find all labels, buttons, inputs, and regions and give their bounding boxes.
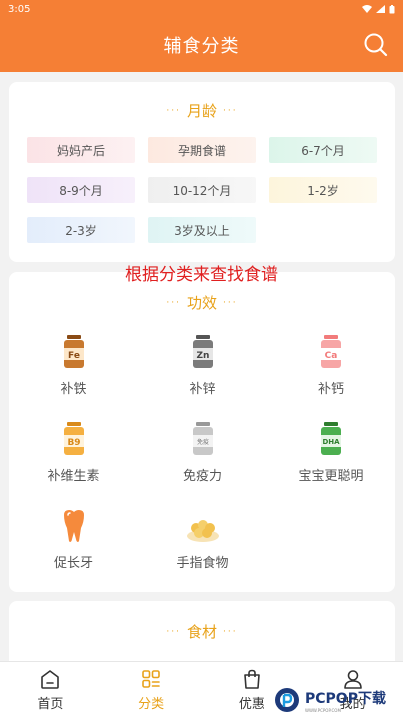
svg-text:Zn: Zn (196, 351, 209, 361)
heading-dots-right: ··· (223, 297, 238, 308)
chip-8-9-months[interactable]: 8-9个月 (27, 177, 135, 203)
effect-heading: ··· 功效 ··· (9, 292, 395, 313)
overlay-annotation: 根据分类来查找食谱 (125, 265, 278, 285)
home-icon (41, 670, 60, 689)
heading-dots-left: ··· (166, 105, 181, 116)
app-bar: 辅食分类 (0, 18, 403, 72)
nav-label-deals: 优惠 (238, 697, 265, 712)
vitamin-bottle-icon: B9 (63, 422, 84, 455)
pcpop-logo-icon (275, 688, 299, 712)
svg-text:免疫: 免疫 (196, 438, 208, 446)
effect-item-calcium[interactable]: Ca 补钙 (267, 332, 395, 397)
chip-6-7-months[interactable]: 6-7个月 (269, 137, 377, 163)
effect-item-vitamin[interactable]: B9 补维生素 (9, 419, 138, 484)
heading-dots-right: ··· (223, 626, 238, 637)
ingredient-heading: ··· 食材 ··· (9, 621, 395, 642)
effect-item-finger-food[interactable]: 手指食物 (138, 506, 267, 571)
effect-label: 免疫力 (182, 469, 222, 484)
effect-label: 补锌 (189, 382, 216, 397)
pcpop-watermark: PCPOP下载 WWW.PCPOP.COM (273, 682, 399, 718)
month-age-list: 妈妈产后 孕期食谱 6-7个月 8-9个月 10-12个月 1-2岁 2-3岁 … (27, 137, 377, 243)
ingredient-title: 食材 (186, 623, 217, 641)
page-title: 辅食分类 (163, 36, 240, 57)
watermark-text: PCPOP下载 (305, 690, 386, 707)
effect-label: 手指食物 (176, 556, 229, 571)
heading-dots-right: ··· (223, 105, 238, 116)
chip-pregnancy[interactable]: 孕期食谱 (148, 137, 256, 163)
svg-text:DHA: DHA (322, 438, 340, 446)
heading-dots-left: ··· (166, 626, 181, 637)
chip-10-12-months[interactable]: 10-12个月 (148, 177, 256, 203)
iron-bottle-icon: Fe (63, 335, 84, 368)
effect-item-immunity[interactable]: 免疫 免疫力 (138, 419, 267, 484)
effect-label: 补维生素 (47, 469, 100, 484)
month-age-title: 月龄 (186, 102, 217, 120)
calcium-bottle-icon: Ca (321, 335, 341, 368)
status-bar: 3:05 (0, 0, 403, 18)
nav-label-category: 分类 (138, 697, 165, 712)
chip-1-2-years[interactable]: 1-2岁 (269, 177, 377, 203)
immunity-bottle-icon: 免疫 (192, 422, 213, 455)
effect-label: 宝宝更聪明 (298, 469, 364, 484)
chip-3-plus-years[interactable]: 3岁及以上 (148, 217, 256, 243)
effect-card: ··· 功效 ··· Fe 补铁 Zn 补锌 Ca 补钙 B9 补维生素 免疫 … (9, 272, 395, 592)
nav-item-category[interactable]: 分类 (101, 662, 202, 720)
svg-text:Fe: Fe (68, 351, 80, 361)
status-icons (362, 4, 395, 14)
heading-dots-left: ··· (166, 297, 181, 308)
nav-item-home[interactable]: 首页 (0, 662, 101, 720)
effect-label: 促长牙 (53, 556, 93, 571)
svg-text:Ca: Ca (325, 351, 338, 361)
effect-label: 补钙 (317, 382, 344, 397)
signal-icon (376, 5, 385, 13)
status-time: 3:05 (8, 3, 31, 15)
tooth-icon (63, 510, 84, 542)
shopping-bag-icon (244, 669, 260, 689)
effect-item-zinc[interactable]: Zn 补锌 (138, 332, 267, 397)
chip-2-3-years[interactable]: 2-3岁 (27, 217, 135, 243)
effect-label: 补铁 (60, 382, 87, 397)
month-age-card: ··· 月龄 ··· 妈妈产后 孕期食谱 6-7个月 8-9个月 10-12个月… (9, 82, 395, 262)
nav-label-home: 首页 (37, 697, 64, 712)
effect-item-teeth[interactable]: 促长牙 (9, 506, 138, 571)
battery-icon (389, 4, 395, 13)
wifi-icon (362, 5, 372, 13)
search-icon[interactable] (363, 32, 389, 58)
effect-title: 功效 (186, 294, 217, 312)
category-icon (142, 670, 160, 688)
watermark-subtext: WWW.PCPOP.COM (305, 707, 341, 713)
effect-item-iron[interactable]: Fe 补铁 (9, 332, 138, 397)
effect-list: Fe 补铁 Zn 补锌 Ca 补钙 B9 补维生素 免疫 免疫力 DHA 宝宝更… (9, 332, 395, 571)
chip-postpartum[interactable]: 妈妈产后 (27, 137, 135, 163)
month-age-heading: ··· 月龄 ··· (9, 100, 395, 121)
finger-food-bowl-icon (186, 520, 219, 542)
zinc-bottle-icon: Zn (192, 335, 213, 368)
effect-item-dha[interactable]: DHA 宝宝更聪明 (267, 419, 395, 484)
svg-text:B9: B9 (67, 438, 80, 448)
dha-bottle-icon: DHA (321, 422, 341, 455)
